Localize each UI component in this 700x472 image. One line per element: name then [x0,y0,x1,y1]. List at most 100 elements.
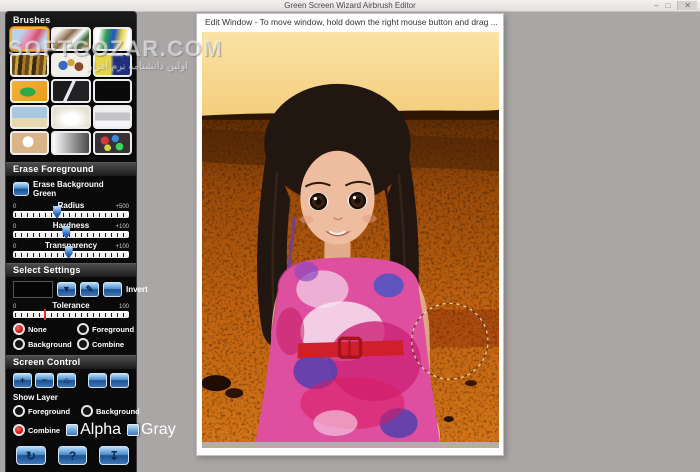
erase-foreground-header: Erase Foreground [6,162,136,176]
gray-checkbox[interactable]: Gray [127,421,176,439]
radius-slider-head: 0 Radius +500 [13,201,129,210]
plus-icon: + [19,375,26,385]
tool-sidebar: Brushes Erase Foreground Erase Backgroun… [5,11,176,472]
zoom-in-button[interactable]: + [13,373,32,388]
layer-background-radio[interactable]: Background [81,405,140,417]
extra-button-1[interactable] [88,373,107,388]
brush-thumb-paint-cans[interactable] [92,131,132,155]
tolerance-slider[interactable]: 0 Tolerance 100 [13,301,129,320]
brush-thumb-white-silk[interactable] [51,105,91,129]
radio-label: Foreground [92,324,135,334]
tolerance-ruler[interactable] [13,309,129,320]
radius-max: +500 [115,204,129,210]
brush-thumb-gray-gradient[interactable] [51,131,91,155]
radio-label: Background [96,406,140,416]
brushes-section-title: Brushes [13,15,51,25]
hardness-slider-head: 0 Hardness +100 [13,221,129,230]
edit-window-title[interactable]: Edit Window - To move window, hold down … [197,14,503,33]
save-output-button[interactable]: ↧ [99,446,130,465]
select-none-radio[interactable]: None [13,323,73,335]
radio-label: Background [28,339,72,349]
brush-thumb-gold-abstract[interactable] [10,53,50,77]
layer-combine-radio[interactable]: Combine [13,424,60,436]
minus-icon: − [41,375,48,385]
bottom-buttons-row: ↻ ? ↧ [16,446,130,465]
checkbox-box [66,424,79,436]
select-tools-row: ▼ ✎ Invert [13,281,148,298]
brush-thumb-pink-swirl[interactable] [10,27,50,51]
radio-label: Foreground [28,406,71,416]
brushes-grid [6,26,136,157]
radius-ruler[interactable] [13,206,129,219]
radius-slider[interactable]: 0 Radius +500 [13,201,129,219]
brush-thumb-beach-palm[interactable] [10,105,50,129]
brush-thumb-paint-streak[interactable] [92,27,132,51]
refresh-icon: ↻ [25,448,36,463]
select-combine-radio[interactable]: Combine [77,338,134,350]
maximize-button[interactable]: □ [665,1,670,10]
canvas-bottom-strip [202,442,499,448]
transparency-ruler[interactable] [13,246,129,259]
hardness-thumb[interactable] [62,226,71,239]
edit-window[interactable]: Edit Window - To move window, hold down … [196,13,504,456]
brush-thumb-wedding-dress[interactable] [92,79,132,103]
transparency-slider[interactable]: 0 Transparency +100 [13,241,129,259]
fit-home-button[interactable]: ⌂ [57,373,76,388]
invert-label: Invert [126,285,148,294]
mars-doll-image [202,32,499,448]
checkbox-label: Alpha [80,421,122,438]
layer-foreground-radio[interactable]: Foreground [13,405,79,417]
radio-dot [81,405,93,417]
checkbox-box [127,424,140,436]
hardness-ruler[interactable] [13,226,129,239]
hardness-max: +100 [115,224,129,230]
minimize-button[interactable]: – [654,1,658,10]
refresh-button[interactable]: ↻ [16,446,46,465]
color-dropdown-button[interactable]: ▼ [57,282,76,297]
brush-thumb-green-splash[interactable] [10,79,50,103]
brush-thumb-black-suit[interactable] [51,79,91,103]
alpha-checkbox[interactable]: Alpha [66,421,121,439]
edit-canvas[interactable] [202,32,499,448]
brush-thumb-printer[interactable] [92,105,132,129]
radio-label: None [28,324,47,334]
transparency-thumb[interactable] [64,246,73,259]
brush-thumb-dog-collage[interactable] [51,27,91,51]
extra-button-2[interactable] [110,373,129,388]
radio-label: Combine [92,339,125,349]
radio-dot [13,424,25,436]
download-icon: ↧ [109,448,120,463]
ruler-ticks [15,313,127,317]
show-layer-radios-row1: Foreground Background [13,405,140,417]
radio-dot [77,323,89,335]
zoom-buttons-row: + − ⌂ [13,373,129,388]
erase-background-green-button[interactable] [13,182,29,196]
invert-button[interactable] [103,282,122,297]
zoom-out-button[interactable]: − [35,373,54,388]
radius-label: Radius [57,201,85,210]
help-button[interactable]: ? [57,446,88,465]
show-layer-label: Show Layer [13,393,58,402]
close-button[interactable]: ✕ [677,1,697,10]
brush-thumb-light-bulb[interactable] [10,131,50,155]
tolerance-max: 100 [118,304,129,310]
hardness-label: Hardness [52,221,90,230]
pencil-icon: ✎ [85,284,94,294]
question-icon: ? [68,448,77,463]
color-swatch[interactable] [13,281,53,298]
brush-thumb-yellow-blue-paint[interactable] [92,53,132,77]
radius-thumb[interactable] [53,206,62,219]
select-foreground-radio[interactable]: Foreground [77,323,134,335]
screen-control-header: Screen Control [6,355,136,369]
pick-color-button[interactable]: ✎ [80,282,99,297]
app-title: Green Screen Wizard Airbrush Editor [284,1,416,10]
select-background-radio[interactable]: Background [13,338,73,350]
erase-background-green-label: Erase Background Green [33,180,104,198]
home-icon: ⌂ [63,375,70,385]
transparency-max: +100 [115,244,129,250]
radio-dot [13,323,25,335]
tolerance-marker[interactable] [44,309,47,320]
brush-thumb-color-circles[interactable] [51,53,91,77]
hardness-slider[interactable]: 0 Hardness +100 [13,221,129,239]
ruler-ticks [15,213,127,217]
